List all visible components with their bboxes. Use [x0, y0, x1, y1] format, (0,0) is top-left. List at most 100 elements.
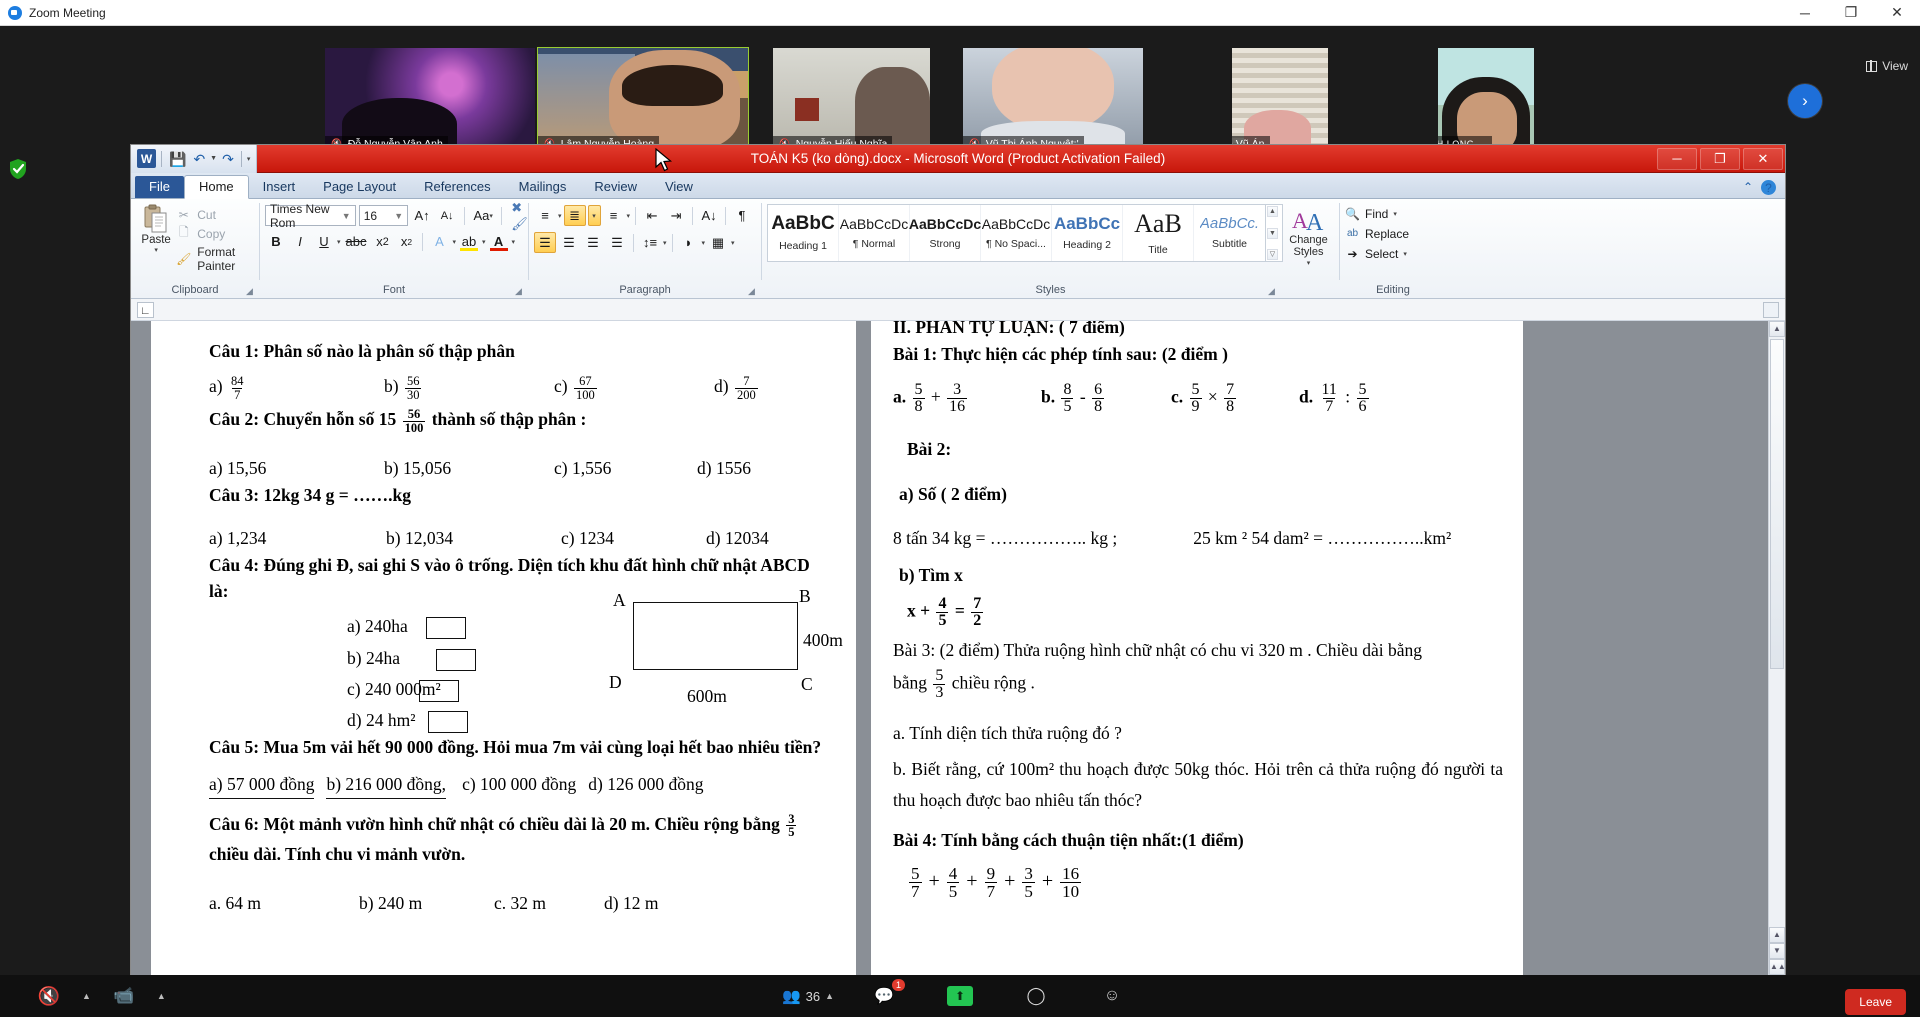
tab-view[interactable]: View [651, 176, 707, 198]
option[interactable]: a) 15,56 [209, 456, 384, 481]
style-strong[interactable]: AaBbCcDc Strong [909, 205, 981, 261]
numbering-icon[interactable]: ≣ [563, 205, 586, 226]
bai2-fill-2[interactable]: 25 km ² 54 dam² = ……………..km² [1193, 526, 1451, 551]
chevron-down-icon[interactable]: ▼ [394, 211, 403, 221]
participants-button[interactable]: 👥 36 ▲ [781, 975, 835, 1017]
align-left-icon[interactable]: ☰ [534, 232, 556, 253]
participant-tile[interactable]: 🔇 Đỗ Nguyễn Vân Anh [325, 48, 535, 152]
tab-review[interactable]: Review [580, 176, 651, 198]
clipboard-dialog-launcher-icon[interactable]: ◢ [244, 286, 255, 297]
option[interactable]: c) 67 100 [554, 374, 714, 401]
scrollbar-thumb[interactable] [1770, 339, 1784, 669]
option[interactable]: a) 84 7 [209, 374, 384, 401]
undo-icon[interactable]: ↶ [191, 152, 207, 166]
borders-icon[interactable]: ▦ [707, 232, 729, 253]
question-4-option-b[interactable]: b) 24ha [347, 646, 477, 671]
underline-dropdown-icon[interactable]: ▾ [337, 238, 341, 246]
shading-dropdown-icon[interactable]: ▾ [702, 239, 706, 247]
option[interactable]: b) 12,034 [386, 526, 561, 551]
style-heading-2[interactable]: AaBbCc Heading 2 [1052, 205, 1123, 261]
tab-mailings[interactable]: Mailings [505, 176, 581, 198]
scroll-up-icon[interactable]: ▲ [1769, 321, 1785, 337]
option[interactable]: d) 12 m [604, 891, 658, 916]
styles-more-icon[interactable]: ▽ [1267, 249, 1278, 260]
video-options-chevron-icon[interactable]: ▲ [157, 991, 166, 1001]
question-4-option-c[interactable]: c) 240 000m² [347, 677, 476, 702]
italic-icon[interactable]: I [289, 231, 311, 252]
tab-stop-selector[interactable]: ∟ [137, 301, 154, 318]
reactions-button[interactable]: ☺ [1085, 975, 1139, 1017]
increase-indent-icon[interactable]: ⇥ [665, 205, 687, 226]
option[interactable]: a) 57 000 đồng [209, 772, 315, 799]
option[interactable]: a) 1,234 [209, 526, 386, 551]
change-styles-dropdown-icon[interactable]: ▾ [1307, 258, 1311, 270]
decrease-indent-icon[interactable]: ⇤ [641, 205, 663, 226]
multilevel-dropdown-icon[interactable]: ▾ [627, 212, 631, 220]
share-screen-button[interactable]: ⬆ [933, 975, 987, 1017]
superscript-icon[interactable]: x2 [395, 231, 417, 252]
close-icon[interactable]: ✕ [1874, 0, 1920, 26]
question-4-option-a[interactable]: a) 240ha [347, 614, 476, 640]
option[interactable]: d) 126 000 đồng [588, 772, 703, 798]
option[interactable]: c. 32 m [494, 891, 604, 916]
scroll-split-icon[interactable]: ▲ [1769, 927, 1785, 943]
scroll-down-icon[interactable]: ▼ [1769, 943, 1785, 959]
answer-box[interactable] [427, 711, 468, 734]
mute-button[interactable]: 🔇 [22, 975, 76, 1017]
style-heading-1[interactable]: AaBbC Heading 1 [768, 205, 839, 261]
redo-icon[interactable]: ↷ [220, 152, 236, 166]
highlight-icon[interactable]: ab [458, 231, 480, 252]
style-subtitle[interactable]: AaBbCc. Subtitle [1194, 205, 1265, 261]
close-icon[interactable]: ✕ [1743, 147, 1783, 170]
font-color-icon[interactable]: A [488, 231, 510, 252]
participant-tile[interactable]: 🔇 Vũ Thị Ánh Nguyệt:' [963, 48, 1143, 152]
document-map-icon[interactable] [1763, 301, 1779, 318]
record-button[interactable]: ◯ [1009, 975, 1063, 1017]
find-dropdown-icon[interactable]: ▾ [1393, 210, 1397, 218]
minimize-icon[interactable]: ─ [1782, 0, 1828, 26]
option[interactable]: b) 56 30 [384, 374, 554, 401]
participant-tile[interactable]: 🔇 MINH LONG [1438, 48, 1534, 152]
strikethrough-icon[interactable]: abc [343, 231, 370, 252]
collapse-ribbon-icon[interactable]: ⌃ [1743, 180, 1753, 195]
tab-page-layout[interactable]: Page Layout [309, 176, 410, 198]
bai1-item-c[interactable]: c. 5 9 × 7 8 [1171, 381, 1299, 415]
option[interactable]: c) 100 000 đồng [462, 772, 576, 798]
bai1-item-b[interactable]: b. 8 5 - 6 8 [1041, 381, 1171, 415]
question-4-option-d[interactable]: d) 24 hm² [347, 708, 476, 734]
participants-chevron-icon[interactable]: ▲ [825, 991, 834, 1001]
option[interactable]: a. 64 m [209, 891, 359, 916]
underline-icon[interactable]: U [313, 231, 335, 252]
font-dialog-launcher-icon[interactable]: ◢ [513, 286, 524, 297]
highlight-dropdown-icon[interactable]: ▾ [482, 238, 486, 246]
line-spacing-icon[interactable]: ↕≡ [639, 232, 661, 253]
align-center-icon[interactable]: ☰ [558, 232, 580, 253]
style-title[interactable]: AaB Title [1123, 205, 1194, 261]
styles-dialog-launcher-icon[interactable]: ◢ [1266, 286, 1277, 297]
multilevel-list-icon[interactable]: ≡ [603, 205, 625, 226]
option[interactable]: d) 12034 [706, 526, 769, 551]
minimize-icon[interactable]: ─ [1657, 147, 1697, 170]
chevron-down-icon[interactable]: ▼ [342, 211, 351, 221]
grow-font-icon[interactable]: A↑ [411, 205, 433, 226]
shrink-font-icon[interactable]: A↓ [436, 205, 458, 226]
show-formatting-marks-icon[interactable]: ¶ [731, 205, 753, 226]
bai1-item-d[interactable]: d. 11 7 : 5 6 [1299, 381, 1371, 415]
font-size-input[interactable]: 16 ▼ [358, 205, 409, 226]
tab-file[interactable]: File [135, 176, 184, 198]
paste-dropdown-icon[interactable]: ▾ [154, 246, 158, 254]
replace-button[interactable]: ab Replace [1345, 226, 1409, 241]
tab-insert[interactable]: Insert [249, 176, 310, 198]
option[interactable]: c) 1234 [561, 526, 706, 551]
tab-home[interactable]: Home [183, 175, 249, 199]
align-right-icon[interactable]: ☰ [582, 232, 604, 253]
audio-options-chevron-icon[interactable]: ▲ [82, 991, 91, 1001]
styles-scrollbar[interactable]: ▲ ▼ ▽ [1265, 205, 1279, 261]
answer-box[interactable] [419, 679, 460, 702]
select-button[interactable]: ➔ Select ▾ [1345, 246, 1409, 261]
answer-box[interactable] [426, 617, 467, 640]
styles-scroll-down-icon[interactable]: ▼ [1267, 227, 1278, 239]
restore-icon[interactable]: ❐ [1828, 0, 1874, 26]
paste-button[interactable]: Paste ▾ [136, 202, 176, 254]
font-name-input[interactable]: Times New Rom ▼ [265, 202, 356, 230]
